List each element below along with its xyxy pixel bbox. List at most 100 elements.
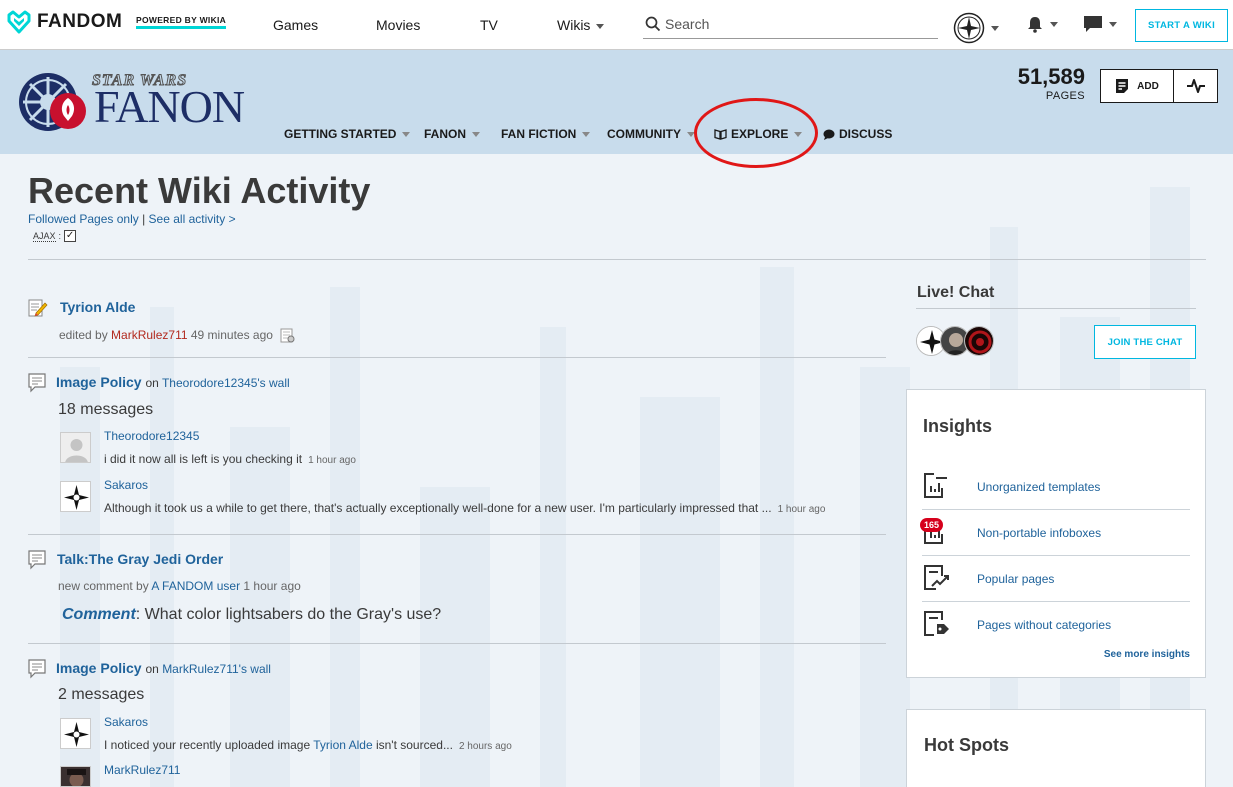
message-user-link[interactable]: Theorodore12345 <box>104 429 199 443</box>
activity-on-wall: on Theorodore12345's wall <box>145 376 289 390</box>
insight-trend-icon <box>924 564 949 590</box>
local-nav-label: COMMUNITY <box>607 127 681 141</box>
see-more-insights-link[interactable]: See more insights <box>1080 649 1190 660</box>
global-navigation: FANDOM POWERED BY WIKIA Games Movies TV … <box>0 0 1233 50</box>
activity-title: Image Policy on Theorodore12345's wall <box>56 374 290 390</box>
insight-unorganized-templates[interactable]: Unorganized templates <box>922 464 1190 510</box>
ajax-label: AJAX <box>33 230 56 242</box>
add-page-icon <box>1116 79 1129 93</box>
local-nav-fan-fiction[interactable]: FAN FICTION <box>501 127 591 141</box>
see-all-activity-link[interactable]: See all activity > <box>149 212 236 226</box>
chevron-down-icon <box>402 131 411 137</box>
add-button[interactable]: ADD <box>1101 70 1174 102</box>
message-user-link[interactable]: Sakaros <box>104 715 148 729</box>
search-icon <box>645 16 661 32</box>
activity-title-link[interactable]: Talk:The Gray Jedi Order <box>57 551 223 567</box>
activity-title-link[interactable]: Image Policy <box>56 660 142 676</box>
message-user-link[interactable]: Sakaros <box>104 478 148 492</box>
meta-time: 1 hour ago <box>243 579 301 593</box>
notifications-button[interactable] <box>1026 15 1058 33</box>
diff-icon[interactable] <box>280 328 295 343</box>
chat-bubble-icon <box>1084 16 1102 32</box>
add-label: ADD <box>1137 80 1159 92</box>
local-nav-label: FANON <box>424 127 466 141</box>
fandom-heart-icon <box>7 10 31 34</box>
ajax-colon: : <box>58 231 62 241</box>
jedi-emblem-icon <box>61 482 90 511</box>
local-nav-discuss[interactable]: DISCUSS <box>823 127 892 141</box>
search-input[interactable]: Search <box>643 13 938 39</box>
divider <box>28 259 1206 260</box>
local-nav-label: GETTING STARTED <box>284 127 397 141</box>
messages-button[interactable] <box>1083 15 1117 33</box>
message-count: 18 messages <box>58 401 154 418</box>
activity-icon <box>1186 79 1205 93</box>
user-link[interactable]: A FANDOM user <box>151 579 240 593</box>
ajax-checkbox[interactable]: ✓ <box>64 230 77 242</box>
join-chat-button[interactable]: JOIN THE CHAT <box>1094 325 1196 359</box>
wiki-actions: ADD <box>1100 69 1218 103</box>
avatar-icon <box>953 12 985 44</box>
local-nav-fanon[interactable]: FANON <box>424 127 480 141</box>
local-nav-community[interactable]: COMMUNITY <box>607 127 695 141</box>
fandom-brand: FANDOM <box>37 11 123 32</box>
avatar[interactable] <box>60 432 91 463</box>
divider <box>28 357 886 358</box>
message-snippet: Although it took us a while to get there… <box>104 501 825 515</box>
message-text: i did it now all is left is you checking… <box>104 452 303 466</box>
activity-button[interactable] <box>1174 70 1217 102</box>
wall-link[interactable]: Theorodore12345's wall <box>162 376 290 390</box>
talk-bubble-icon <box>28 659 46 679</box>
powered-by-wikia: POWERED BY WIKIA <box>136 14 227 29</box>
avatar[interactable] <box>60 766 91 787</box>
chevron-down-icon <box>1109 21 1117 27</box>
insight-label: Pages without categories <box>977 618 1112 632</box>
avatar[interactable] <box>964 326 994 356</box>
message-user-link[interactable]: MarkRulez711 <box>104 763 180 777</box>
insight-page-icon <box>924 472 947 498</box>
start-a-wiki-button[interactable]: START A WIKI <box>1135 9 1228 42</box>
jedi-emblem-icon <box>61 719 90 748</box>
user-menu[interactable] <box>953 12 999 44</box>
ajax-toggle: AJAX: ✓ <box>33 230 77 242</box>
avatar[interactable] <box>60 718 91 749</box>
comment-label: Comment <box>62 606 136 623</box>
talk-bubble-icon <box>28 550 46 570</box>
activity-title-link[interactable]: Tyrion Alde <box>60 299 135 315</box>
wall-link[interactable]: MarkRulez711's wall <box>162 662 271 676</box>
fandom-logo[interactable]: FANDOM <box>6 9 122 35</box>
insight-pages-without-categories[interactable]: Pages without categories <box>922 602 1190 648</box>
local-nav-label: DISCUSS <box>839 127 893 141</box>
nav-wikis-label: Wikis <box>557 17 591 33</box>
wordmark-fanon: FANON <box>94 81 245 132</box>
followed-pages-link[interactable]: Followed Pages only <box>28 212 139 226</box>
insight-label: Non-portable infoboxes <box>977 525 1102 540</box>
nav-movies[interactable]: Movies <box>376 17 420 33</box>
chevron-down-icon <box>1050 21 1058 27</box>
insight-popular-pages[interactable]: Popular pages <box>922 556 1190 602</box>
message-time: 1 hour ago <box>777 504 826 515</box>
nav-wikis[interactable]: Wikis <box>557 17 605 33</box>
user-link[interactable]: MarkRulez711 <box>111 328 187 342</box>
meta-prefix: edited by <box>59 328 108 342</box>
insight-non-portable-infoboxes[interactable]: 165 Non-portable infoboxes <box>920 510 1190 556</box>
message-count: 2 messages <box>58 686 145 703</box>
image-link[interactable]: Tyrion Alde <box>313 738 372 752</box>
activity-title-link[interactable]: Image Policy <box>56 374 142 390</box>
chevron-down-icon <box>472 131 480 137</box>
talk-bubble-icon <box>28 373 46 393</box>
bell-icon <box>1028 17 1042 33</box>
on-word: on <box>145 662 159 676</box>
chevron-down-icon <box>596 23 605 29</box>
nav-games[interactable]: Games <box>273 17 318 33</box>
avatar[interactable] <box>60 481 91 512</box>
message-snippet: I noticed your recently uploaded image T… <box>104 738 512 752</box>
activity-title: Image Policy on MarkRulez711's wall <box>56 660 271 676</box>
divider <box>916 308 1196 309</box>
nav-tv[interactable]: TV <box>480 17 498 33</box>
on-word: on <box>145 376 159 390</box>
search-placeholder: Search <box>665 16 710 32</box>
local-nav-getting-started[interactable]: GETTING STARTED <box>284 127 411 141</box>
message-time: 2 hours ago <box>458 741 512 752</box>
discuss-bubble-icon <box>823 129 835 140</box>
